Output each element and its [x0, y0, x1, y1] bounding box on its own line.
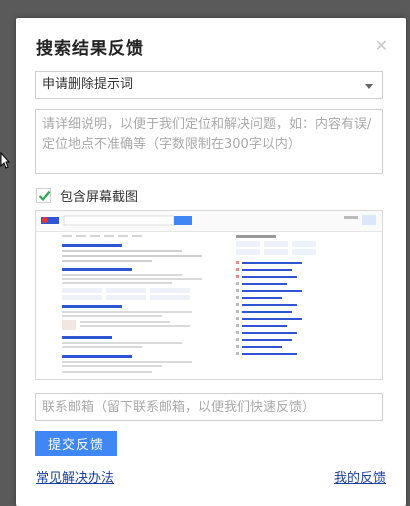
- screenshot-preview-image: [36, 211, 382, 373]
- screenshot-checkbox[interactable]: [36, 187, 51, 203]
- screenshot-option-label: 包含屏幕截图: [60, 189, 139, 205]
- my-feedback-link[interactable]: 我的反馈: [334, 467, 386, 486]
- chevron-down-icon: [365, 84, 373, 89]
- dialog-title: 搜索结果反馈: [36, 39, 144, 59]
- checkmark-icon: [38, 190, 51, 201]
- contact-email-input[interactable]: [35, 393, 383, 421]
- close-icon[interactable]: ✕: [375, 36, 388, 55]
- screenshot-thumbnail: [35, 210, 383, 380]
- mouse-cursor-icon: [0, 152, 10, 169]
- feedback-dialog: 搜索结果反馈 ✕ 申请删除提示词 包含屏幕截图: [16, 18, 406, 506]
- reason-select[interactable]: 申请删除提示词: [35, 71, 383, 99]
- description-textarea[interactable]: [35, 109, 383, 174]
- reason-select-value: 申请删除提示词: [42, 77, 134, 92]
- screenshot-option[interactable]: 包含屏幕截图: [36, 186, 139, 205]
- faq-link[interactable]: 常见解决办法: [36, 467, 114, 486]
- submit-feedback-button[interactable]: 提交反馈: [35, 431, 117, 456]
